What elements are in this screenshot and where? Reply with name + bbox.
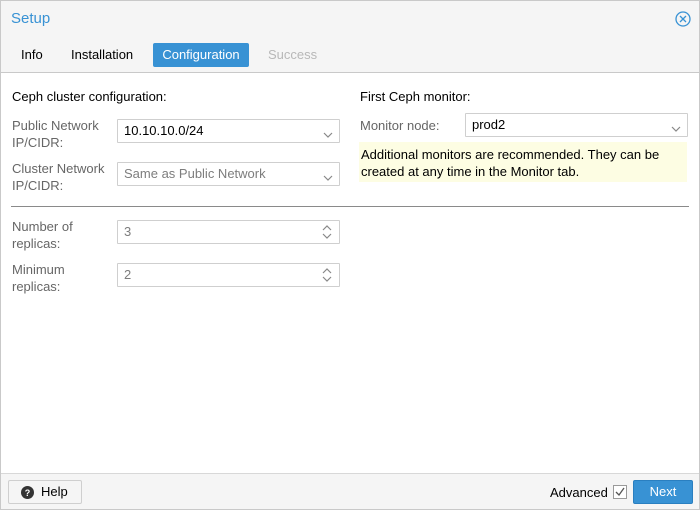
- chevron-down-icon[interactable]: [671, 121, 681, 132]
- min-replicas-value: 2: [124, 267, 132, 282]
- chevron-down-icon[interactable]: [323, 127, 333, 138]
- replicas-stepper[interactable]: 3: [117, 220, 340, 244]
- question-circle-icon: ?: [21, 486, 34, 499]
- tab-configuration[interactable]: Configuration: [153, 43, 249, 67]
- dialog-title: Setup: [11, 10, 51, 27]
- dialog-footer: ? Help Advanced Next: [1, 473, 699, 509]
- configuration-panel: Ceph cluster configuration: Public Netwo…: [1, 74, 699, 473]
- cluster-network-select[interactable]: Same as Public Network: [117, 162, 340, 186]
- wizard-tabs: Info Installation Configuration Success: [1, 37, 699, 73]
- close-icon[interactable]: [675, 11, 691, 27]
- tab-success: Success: [268, 47, 318, 62]
- replicas-value: 3: [124, 224, 132, 239]
- first-monitor-heading: First Ceph monitor:: [360, 89, 471, 104]
- min-replicas-stepper[interactable]: 2: [117, 263, 340, 287]
- replicas-label: Number of replicas:: [12, 219, 73, 251]
- advanced-label: Advanced: [550, 485, 608, 500]
- checkmark-icon: [615, 487, 625, 497]
- advanced-checkbox[interactable]: [613, 485, 627, 499]
- dialog-header: Setup: [1, 1, 699, 37]
- min-replicas-label: Minimum replicas:: [12, 262, 65, 294]
- spinner-arrows-icon[interactable]: [321, 266, 333, 284]
- tab-info[interactable]: Info: [13, 43, 51, 67]
- cluster-network-label: Cluster Network IP/CIDR:: [12, 161, 105, 193]
- monitor-node-value: prod2: [472, 117, 506, 132]
- cluster-config-heading: Ceph cluster configuration:: [12, 89, 167, 104]
- monitor-node-select[interactable]: prod2: [465, 113, 688, 137]
- tab-installation[interactable]: Installation: [63, 43, 141, 67]
- svg-text:?: ?: [25, 488, 31, 498]
- monitor-recommendation-note: Additional monitors are recommended. The…: [359, 142, 687, 182]
- next-button[interactable]: Next: [633, 480, 693, 504]
- monitor-node-label: Monitor node:: [360, 118, 440, 133]
- spinner-arrows-icon[interactable]: [321, 223, 333, 241]
- public-network-value: 10.10.10.0/24: [124, 123, 204, 138]
- section-divider: [11, 206, 689, 207]
- public-network-select[interactable]: 10.10.10.0/24: [117, 119, 340, 143]
- cluster-network-placeholder: Same as Public Network: [124, 166, 266, 181]
- public-network-label: Public Network IP/CIDR:: [12, 118, 99, 150]
- help-button[interactable]: ? Help: [8, 480, 82, 504]
- chevron-down-icon[interactable]: [323, 170, 333, 181]
- setup-dialog: Setup Info Installation Configuration Su…: [0, 0, 700, 510]
- help-button-label: Help: [41, 484, 68, 499]
